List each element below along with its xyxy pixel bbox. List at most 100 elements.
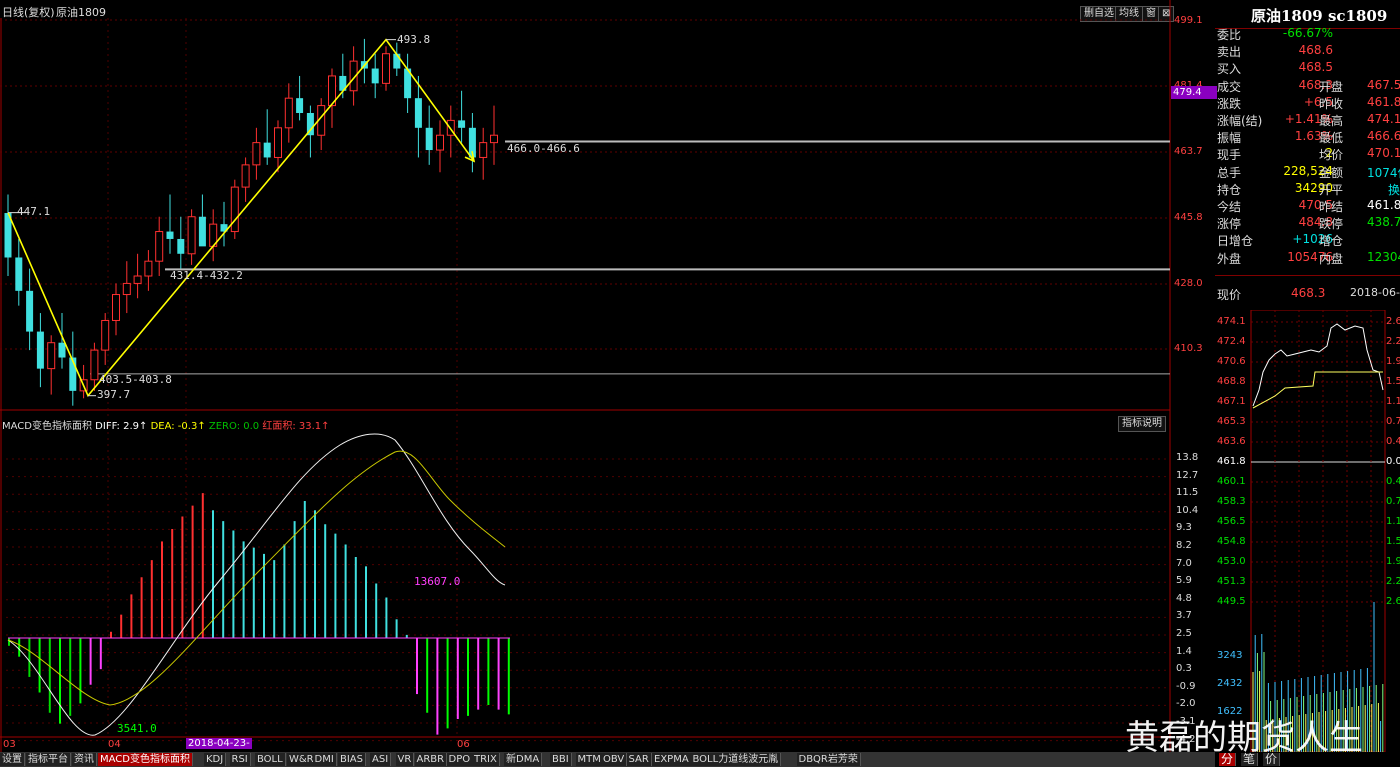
candle-body [112,294,120,321]
quote-title: 原油1809 sc1809 [1251,7,1388,25]
candle-body [155,231,164,262]
indicator-help-button[interactable]: 指标说明 [1118,416,1166,432]
candle-body [58,342,66,358]
indicator-tab[interactable]: DBQR岩芳荣 [796,753,861,766]
macd-axis-label: -0.9 [1176,680,1196,692]
macd-axis-label: 12.7 [1176,469,1199,481]
candle-body [198,216,206,247]
quote-value: 474.1 [1367,112,1400,126]
intraday-pct-label: 0.7 [1386,496,1400,507]
candle-body [26,290,34,332]
indicator-tab[interactable]: OBV [601,753,628,766]
indicator-tab[interactable]: BIAS [338,753,366,766]
intraday-price-label: 474.1 [1217,316,1246,327]
price-chart[interactable] [0,0,1215,752]
intraday-pct-label: 1.1 [1386,516,1400,527]
intraday-frame [1250,310,1386,752]
quote-label: 增仓 [1319,234,1344,249]
indicator-tab[interactable]: SAR [626,753,652,766]
now-date: 2018-06-0 [1350,286,1400,299]
quote-label: 振幅 [1217,131,1242,146]
intraday-price-label: 467.1 [1217,396,1246,407]
quote-label: 开盘 [1319,79,1344,94]
candle-body [144,260,153,277]
date-tick: 03 [3,739,16,750]
indicator-tab[interactable]: EXPMA [652,753,692,766]
quote-label: 现手 [1217,148,1242,163]
indicator-tab[interactable]: BOLL力道线波元胤 [690,753,782,766]
indicator-tab[interactable]: ARBR [414,753,448,766]
quote-label: 今结 [1217,200,1242,214]
quote-label: 卖出 [1217,45,1242,60]
quote-row: 买入 468.5 [1215,60,1400,77]
intraday-price-label: 449.5 [1217,596,1246,607]
candle-body [382,53,390,84]
date-tick: 06 [457,739,470,750]
quote-row: 涨停 484.8 跌停 438.7 [1215,215,1400,232]
quote-row: 卖出 468.6 [1215,43,1400,60]
indicator-tab[interactable]: MTM [575,753,604,766]
now-value: 468.3 [1291,286,1326,300]
macd-name[interactable]: MACD变色指标面积 [2,421,92,432]
indicator-tab[interactable]: BBI [550,753,572,766]
quote-label: 日增仓 [1217,234,1254,249]
indicator-tab[interactable]: 新DMA [504,753,543,766]
candle-body [47,342,56,370]
quote-row: 持仓 34290 开平换 [1215,181,1400,198]
quote-label: 持仓 [1217,182,1242,197]
indicator-tab[interactable]: DPO [446,753,474,766]
candle-body [187,216,196,255]
macd-axis-label: 5.9 [1176,575,1192,587]
indicator-tab[interactable]: RSI [229,753,251,766]
macd-axis-label: 8.2 [1176,540,1192,551]
macd-axis-label: 11.5 [1176,487,1199,499]
red-area-label: 13607.0 [414,575,461,588]
quote-value: 470.1 [1367,146,1400,161]
watermark: 黄磊的期货人生 [1125,718,1363,758]
macd-axis-label: 9.3 [1176,522,1192,534]
candlestick-series [4,38,498,406]
intraday-pct-label: 1.5 [1386,376,1400,387]
now-label: 现价 [1217,288,1242,302]
quote-value: 123048 [1367,249,1400,264]
low-label: 397.7 [97,388,131,401]
intraday-price-label: 454.8 [1217,536,1246,547]
intraday-pct-label: 0.4 [1386,476,1400,487]
candle-body [458,120,466,128]
indicator-tab[interactable]: ASI [370,753,392,766]
quote-label: 外盘 [1217,251,1242,266]
indicator-tab[interactable]: BOLL [255,753,286,766]
macd-header: MACD变色指标面积 DIFF: 2.9↑ DEA: -0.3↑ ZERO: 0… [2,417,330,432]
price-axis-label: 410.3 [1174,343,1203,354]
candle-body [296,98,304,113]
indicator-tab[interactable]: VR [395,753,415,766]
macd-axis: 13.8 12.7 11.5 10.4 9.3 8.2 7.0 5.9 4.8 3.7 2.5 1.4… [1174,452,1214,745]
indicator-tab[interactable]: 设置 [0,753,25,766]
indicator-tab[interactable]: KDJ [204,753,227,766]
candle-body [414,98,422,128]
macd-axis-label: 13.8 [1176,452,1199,463]
indicator-tab[interactable]: MACD变色指标面积 [98,753,193,766]
date-axis: 03 04 2018-04-23- 06 [0,738,1170,751]
candle-body [230,186,239,233]
quote-label: 总手 [1217,165,1242,180]
quote-label: 涨停 [1217,217,1242,232]
indicator-tab[interactable]: 指标平台 [26,753,71,766]
price-axis-label: 499.1 [1174,15,1203,26]
green-area-label: 3541.0 [117,722,157,735]
intraday-pct-label: 2.6 [1386,596,1400,607]
intraday-pct-label: 0.7 [1386,416,1400,427]
indicator-tab[interactable]: DMI [312,753,337,766]
candle-body [274,127,282,158]
quote-label: 最高 [1319,114,1344,128]
quote-label: 买入 [1217,62,1242,77]
quote-row: 涨跌 +6.5 昨收 461.8 [1215,95,1400,112]
indicator-tab[interactable]: 资讯 [72,753,97,766]
quote-label: 委比 [1217,28,1242,42]
quote-value: 461.8 [1367,94,1400,109]
quote-value: 1074亿 [1367,165,1400,180]
intraday-price-label: 453.0 [1217,556,1246,567]
candle-body [425,127,433,151]
intraday-pct-label: 1.5 [1386,536,1400,547]
indicator-tab[interactable]: TRIX [472,753,500,766]
